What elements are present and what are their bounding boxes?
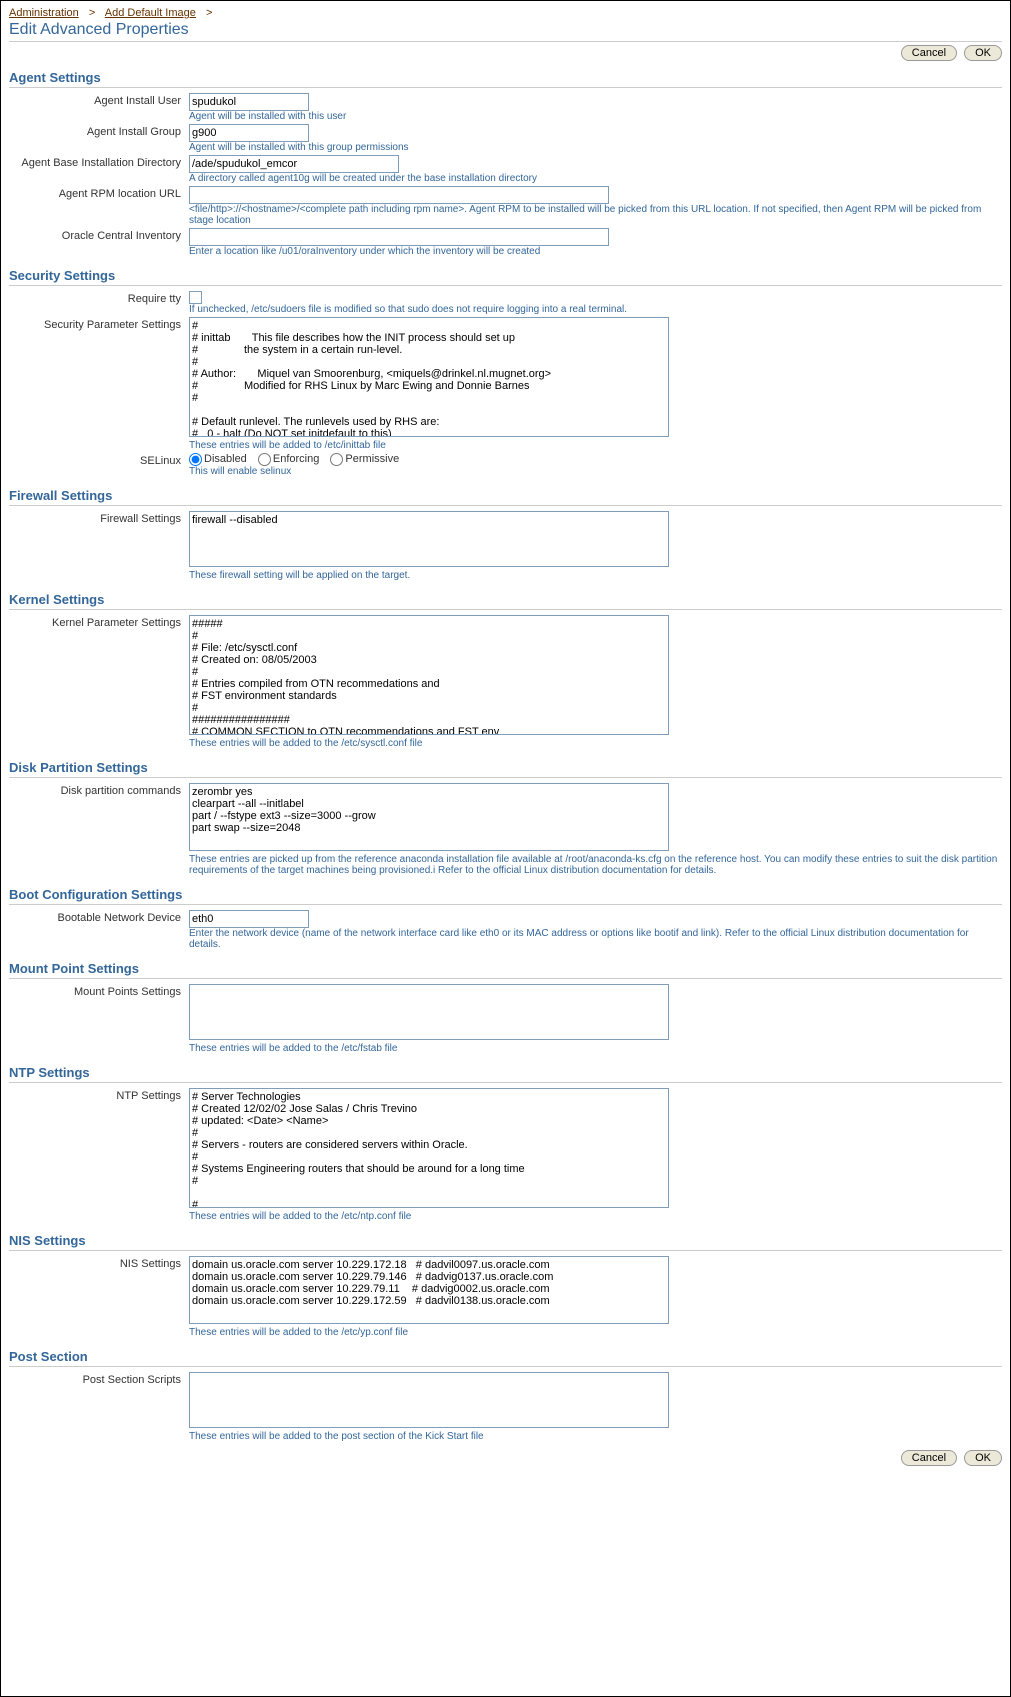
selinux-permissive-radio[interactable] — [330, 453, 343, 466]
agent-install-user-input[interactable] — [189, 93, 309, 111]
tip-mount-settings: These entries will be added to the /etc/… — [189, 1043, 1002, 1054]
section-header-agent: Agent Settings — [9, 64, 1002, 88]
label-mount-settings: Mount Points Settings — [9, 984, 189, 998]
tip-firewall-settings: These firewall setting will be applied o… — [189, 570, 1002, 581]
tip-nis-settings: These entries will be added to the /etc/… — [189, 1327, 1002, 1338]
kernel-param-textarea[interactable] — [189, 615, 669, 735]
tip-agent-rpm-url: <file/http>://<hostname>/<complete path … — [189, 204, 1002, 226]
tip-boot-device: Enter the network device (name of the ne… — [189, 928, 1002, 950]
label-nis-settings: NIS Settings — [9, 1256, 189, 1270]
tip-ntp-settings: These entries will be added to the /etc/… — [189, 1211, 1002, 1222]
post-scripts-textarea[interactable] — [189, 1372, 669, 1428]
breadcrumb: Administration > Add Default Image > — [9, 5, 1002, 21]
label-post-scripts: Post Section Scripts — [9, 1372, 189, 1386]
section-header-security: Security Settings — [9, 262, 1002, 286]
label-kernel-param: Kernel Parameter Settings — [9, 615, 189, 629]
selinux-enforcing-radio[interactable] — [258, 453, 271, 466]
ok-button-bottom[interactable]: OK — [964, 1450, 1002, 1466]
tip-security-param: These entries will be added to /etc/init… — [189, 440, 1002, 451]
agent-install-group-input[interactable] — [189, 124, 309, 142]
security-param-textarea[interactable] — [189, 317, 669, 437]
label-agent-base-dir: Agent Base Installation Directory — [9, 155, 189, 169]
section-header-firewall: Firewall Settings — [9, 482, 1002, 506]
breadcrumb-link-administration[interactable]: Administration — [9, 7, 79, 19]
label-security-param: Security Parameter Settings — [9, 317, 189, 331]
agent-base-dir-input[interactable] — [189, 155, 399, 173]
label-selinux: SELinux — [9, 453, 189, 467]
label-ntp-settings: NTP Settings — [9, 1088, 189, 1102]
selinux-disabled-radio[interactable] — [189, 453, 202, 466]
selinux-disabled-label: Disabled — [204, 453, 247, 465]
section-header-post: Post Section — [9, 1343, 1002, 1367]
agent-rpm-url-input[interactable] — [189, 186, 609, 204]
tip-oracle-inventory: Enter a location like /u01/oraInventory … — [189, 246, 1002, 257]
tip-require-tty: If unchecked, /etc/sudoers file is modif… — [189, 304, 1002, 315]
cancel-button-bottom[interactable]: Cancel — [901, 1450, 957, 1466]
label-firewall-settings: Firewall Settings — [9, 511, 189, 525]
label-boot-device: Bootable Network Device — [9, 910, 189, 924]
firewall-settings-textarea[interactable] — [189, 511, 669, 567]
selinux-enforcing-label: Enforcing — [273, 453, 319, 465]
ok-button[interactable]: OK — [964, 45, 1002, 61]
page-title: Edit Advanced Properties — [9, 21, 1002, 39]
require-tty-checkbox[interactable] — [189, 291, 202, 304]
tip-agent-base-dir: A directory called agent10g will be crea… — [189, 173, 1002, 184]
label-agent-install-group: Agent Install Group — [9, 124, 189, 138]
oracle-inventory-input[interactable] — [189, 228, 609, 246]
section-header-mount: Mount Point Settings — [9, 955, 1002, 979]
label-oracle-inventory: Oracle Central Inventory — [9, 228, 189, 242]
ntp-settings-textarea[interactable] — [189, 1088, 669, 1208]
label-disk-cmds: Disk partition commands — [9, 783, 189, 797]
breadcrumb-sep: > — [82, 7, 103, 19]
section-header-disk: Disk Partition Settings — [9, 754, 1002, 778]
tip-kernel-param: These entries will be added to the /etc/… — [189, 738, 1002, 749]
boot-device-input[interactable] — [189, 910, 309, 928]
tip-selinux: This will enable selinux — [189, 466, 1002, 477]
selinux-permissive-label: Permissive — [345, 453, 399, 465]
tip-agent-install-group: Agent will be installed with this group … — [189, 142, 1002, 153]
section-header-ntp: NTP Settings — [9, 1059, 1002, 1083]
label-require-tty: Require tty — [9, 291, 189, 305]
label-agent-install-user: Agent Install User — [9, 93, 189, 107]
section-header-kernel: Kernel Settings — [9, 586, 1002, 610]
cancel-button[interactable]: Cancel — [901, 45, 957, 61]
breadcrumb-link-add-default-image[interactable]: Add Default Image — [105, 7, 196, 19]
nis-settings-textarea[interactable] — [189, 1256, 669, 1324]
section-header-nis: NIS Settings — [9, 1227, 1002, 1251]
tip-disk-cmds: These entries are picked up from the ref… — [189, 854, 1002, 876]
tip-agent-install-user: Agent will be installed with this user — [189, 111, 1002, 122]
label-agent-rpm-url: Agent RPM location URL — [9, 186, 189, 200]
tip-post-scripts: These entries will be added to the post … — [189, 1431, 1002, 1442]
breadcrumb-sep: > — [199, 7, 216, 19]
section-header-boot: Boot Configuration Settings — [9, 881, 1002, 905]
mount-settings-textarea[interactable] — [189, 984, 669, 1040]
disk-cmds-textarea[interactable] — [189, 783, 669, 851]
